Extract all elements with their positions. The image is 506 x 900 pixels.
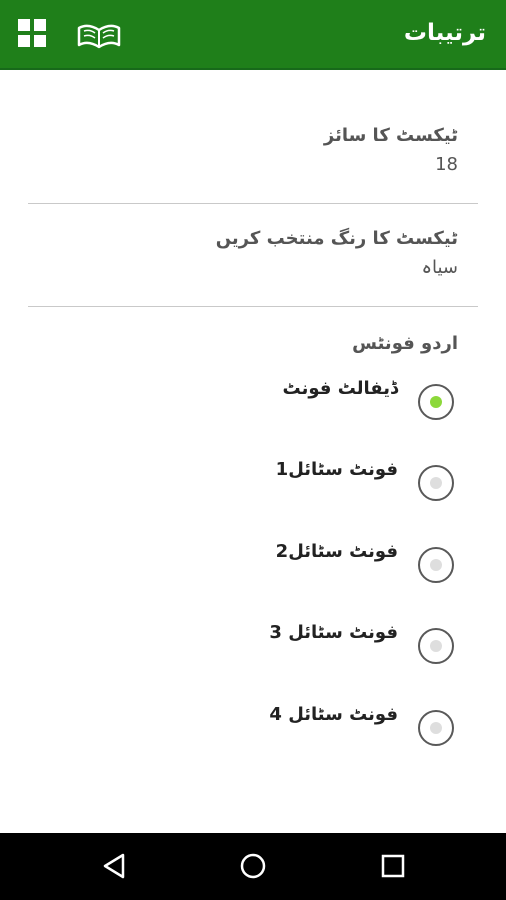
font-option-style-2[interactable]: فونٹ سٹائل2	[0, 541, 506, 601]
font-option-default[interactable]: ڈیفالٹ فونٹ	[0, 378, 506, 438]
font-option-label: فونٹ سٹائل1	[275, 459, 398, 480]
setting-text-color[interactable]: ٹیکسٹ کا رنگ منتخب کریں سیاہ	[28, 228, 458, 278]
radio-button[interactable]	[418, 384, 454, 420]
divider	[28, 203, 478, 204]
font-option-label: فونٹ سٹائل 4	[269, 704, 398, 725]
font-option-label: فونٹ سٹائل2	[275, 541, 398, 562]
section-title-urdu-fonts: اردو فونٹس	[352, 333, 458, 354]
open-book-icon[interactable]	[76, 20, 122, 50]
grid-icon[interactable]	[18, 19, 46, 47]
radio-button[interactable]	[418, 628, 454, 664]
radio-button[interactable]	[418, 465, 454, 501]
font-option-label: ڈیفالٹ فونٹ	[282, 378, 398, 399]
font-option-label: فونٹ سٹائل 3	[269, 622, 398, 643]
setting-value: 18	[435, 154, 458, 175]
page-title: ترتیبات	[403, 20, 486, 46]
setting-text-size[interactable]: ٹیکسٹ کا سائز 18	[28, 125, 458, 175]
radio-button[interactable]	[418, 710, 454, 746]
setting-value: سیاہ	[421, 257, 458, 278]
font-option-style-4[interactable]: فونٹ سٹائل 4	[0, 704, 506, 764]
setting-label: ٹیکسٹ کا سائز	[323, 125, 458, 146]
radio-button[interactable]	[418, 547, 454, 583]
back-icon[interactable]	[99, 851, 129, 881]
app-bar: ترتیبات	[0, 0, 506, 70]
recents-icon[interactable]	[378, 851, 408, 881]
font-option-style-3[interactable]: فونٹ سٹائل 3	[0, 622, 506, 682]
font-option-style-1[interactable]: فونٹ سٹائل1	[0, 459, 506, 519]
home-icon[interactable]	[238, 851, 268, 881]
system-nav-bar	[0, 833, 506, 900]
setting-label: ٹیکسٹ کا رنگ منتخب کریں	[215, 228, 458, 249]
divider	[28, 306, 478, 307]
